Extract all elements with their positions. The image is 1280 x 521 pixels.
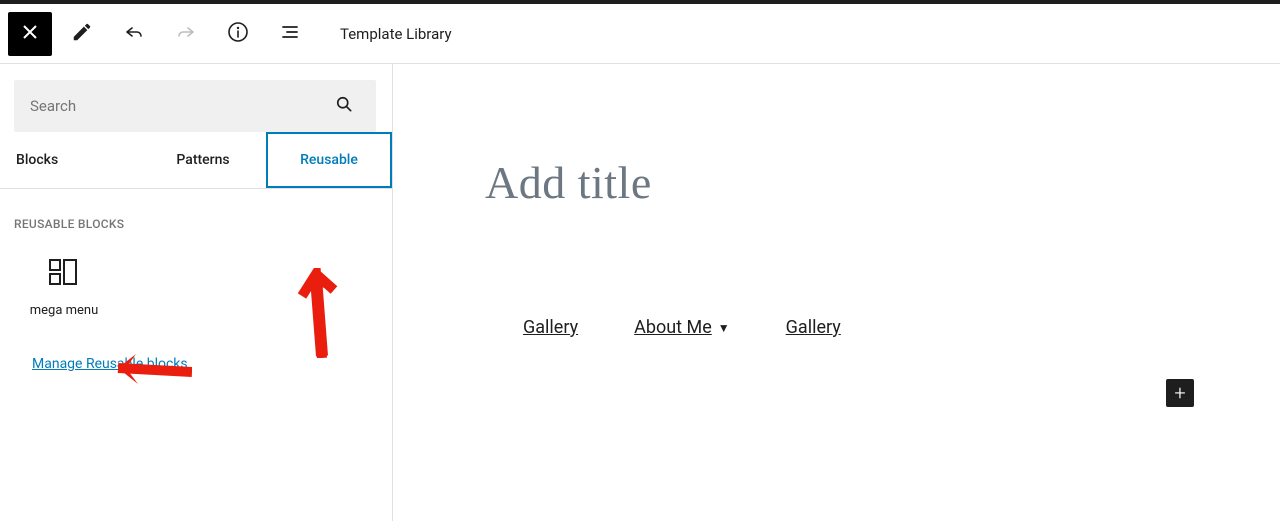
nav-item-label: Gallery [523, 317, 578, 338]
undo-button[interactable] [112, 12, 156, 56]
plus-icon: + [1174, 381, 1185, 405]
info-icon [226, 20, 250, 48]
nav-item-label: About Me [634, 317, 712, 338]
inserter-tabs: Blocks Patterns Reusable [0, 132, 392, 189]
pencil-icon [71, 21, 93, 47]
redo-icon [174, 20, 198, 48]
main-area: Blocks Patterns Reusable REUSABLE BLOCKS… [0, 64, 1280, 521]
tab-blocks[interactable]: Blocks [0, 132, 140, 188]
post-title-input[interactable]: Add title [393, 64, 1280, 209]
editor-topbar: Template Library [0, 4, 1280, 64]
redo-button[interactable] [164, 12, 208, 56]
add-block-button[interactable]: + [1166, 379, 1194, 407]
search-field[interactable] [14, 80, 376, 132]
nav-item-gallery-2[interactable]: Gallery [786, 317, 841, 338]
editor-canvas: Add title Gallery About Me ▼ Gallery + [393, 64, 1280, 521]
details-button[interactable] [216, 12, 260, 56]
reusable-section-title: REUSABLE BLOCKS [0, 189, 392, 239]
annotation-arrow-up [298, 268, 346, 358]
manage-reusable-link[interactable]: Manage Reusable blocks [32, 356, 188, 372]
nav-item-gallery-1[interactable]: Gallery [523, 317, 578, 338]
search-button[interactable] [328, 88, 360, 124]
block-inserter-panel: Blocks Patterns Reusable REUSABLE BLOCKS… [0, 64, 393, 521]
chevron-down-icon: ▼ [718, 321, 730, 335]
nav-item-label: Gallery [786, 317, 841, 338]
outline-button[interactable] [268, 12, 312, 56]
tab-reusable[interactable]: Reusable [266, 132, 392, 188]
navigation-block[interactable]: Gallery About Me ▼ Gallery [393, 209, 1280, 338]
tab-patterns[interactable]: Patterns [140, 132, 266, 188]
reusable-block-icon [49, 270, 79, 289]
nav-item-about-me[interactable]: About Me ▼ [634, 317, 730, 338]
edit-button[interactable] [60, 12, 104, 56]
search-icon [334, 103, 354, 118]
undo-icon [122, 20, 146, 48]
close-inserter-button[interactable] [8, 12, 52, 56]
reusable-block-item[interactable]: mega menu [4, 239, 124, 326]
search-input[interactable] [30, 97, 328, 115]
reusable-block-label: mega menu [4, 303, 124, 318]
list-view-icon [278, 20, 302, 48]
close-icon [18, 20, 42, 48]
template-library-link[interactable]: Template Library [320, 25, 472, 43]
